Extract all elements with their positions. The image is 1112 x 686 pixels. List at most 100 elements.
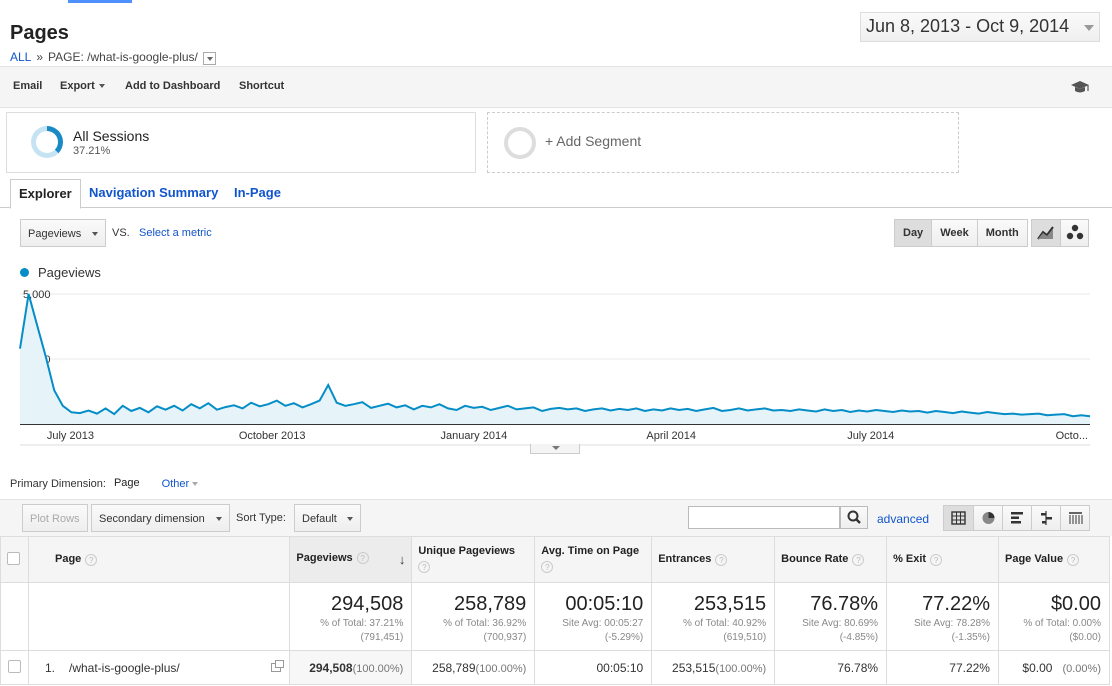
month-button[interactable]: Month (976, 220, 1027, 246)
pageviews-chart: 5,0002,500July 2013October 2013January 2… (19, 285, 1091, 446)
totals-bounce-delta: (-4.85%) (839, 632, 879, 643)
row-unique-pct: (100.00%) (475, 662, 527, 675)
row-page-link[interactable]: /what-is-google-plus/ (69, 661, 180, 675)
header-pageviews[interactable]: Pageviews? ↓ (289, 536, 413, 583)
search-button[interactable] (840, 506, 868, 529)
help-icon[interactable]: ? (930, 553, 943, 566)
totals-entrances-total: (619,510) (723, 632, 767, 643)
help-icon[interactable]: ? (85, 553, 98, 566)
search-icon (847, 510, 861, 524)
metric-select[interactable]: Pageviews (20, 219, 106, 247)
totals-pageviews-total: (791,451) (360, 632, 404, 643)
open-page-external-icon[interactable] (271, 659, 285, 672)
chart-collapse-handle[interactable] (530, 444, 580, 454)
totals-entrances-value: 253,515 (693, 593, 767, 615)
table-row[interactable]: 1./what-is-google-plus/ 294,508(100.00%)… (0, 650, 1111, 685)
help-icon[interactable]: ? (1067, 553, 1080, 566)
row-entrances-pct: (100.00%) (715, 662, 767, 675)
header-page-value[interactable]: Page Value? (997, 536, 1111, 583)
breadcrumb-dropdown-icon[interactable] (202, 51, 216, 65)
row-page-value: $0.00 (0.00%) (997, 650, 1111, 685)
add-to-dashboard-button[interactable]: Add to Dashboard (125, 80, 220, 92)
vs-label: VS. (112, 227, 130, 239)
pivot-view-button[interactable] (1060, 506, 1089, 530)
legend-dot-icon (20, 268, 29, 277)
secondary-dimension-dropdown[interactable]: Secondary dimension (91, 504, 230, 532)
row-page-cell: 1. /what-is-google-plus/ (27, 650, 291, 685)
header-avg-time[interactable]: Avg. Time on Page? (534, 536, 653, 583)
advanced-filter-link[interactable]: advanced (877, 512, 929, 526)
date-range-text: Jun 8, 2013 - Oct 9, 2014 (866, 16, 1070, 36)
chevron-down-icon (192, 482, 199, 487)
help-icon[interactable]: ? (715, 553, 728, 566)
x-tick-label: October 2013 (239, 430, 306, 442)
day-button[interactable]: Day (895, 220, 932, 246)
table-header-row: Page? Pageviews? ↓ Unique Pageviews? Avg.… (0, 536, 1111, 583)
totals-unique-pageviews: 258,789 % of Total: 36.92% (700,937) (411, 582, 536, 651)
help-icon[interactable]: ? (356, 552, 369, 565)
shortcut-button[interactable]: Shortcut (239, 80, 284, 92)
row-unique-value: 258,789 (432, 660, 476, 675)
tab-navigation-summary[interactable]: Navigation Summary (81, 179, 226, 208)
header-page-label: Page (54, 553, 82, 566)
legend-label: Pageviews (38, 265, 101, 280)
help-icon[interactable]: ? (418, 561, 431, 573)
plot-rows-button[interactable]: Plot Rows (22, 504, 88, 532)
add-segment-button[interactable]: + Add Segment (487, 112, 959, 173)
empty-segment-circle-icon (504, 127, 536, 159)
line-chart-button[interactable] (1032, 220, 1060, 246)
table-search-input[interactable] (688, 506, 840, 529)
totals-avg-time-delta: (-5.29%) (604, 632, 644, 643)
data-table: Page? Pageviews? ↓ Unique Pageviews? Avg.… (0, 536, 1111, 685)
row-bounce-rate: 76.78% (774, 650, 888, 685)
row-pageviews-pct: (100.00%) (352, 662, 404, 675)
graduation-cap-icon[interactable] (1070, 80, 1090, 94)
x-tick-label: Octo... (1056, 430, 1088, 442)
metric-select-value: Pageviews (28, 228, 82, 240)
header-page-value-label: Page Value (1004, 553, 1064, 566)
select-metric-link[interactable]: Select a metric (139, 227, 212, 239)
table-view-toggle (943, 505, 1090, 531)
totals-pageviews: 294,508 % of Total: 37.21% (791,451) (289, 582, 413, 651)
header-entrances[interactable]: Entrances? (651, 536, 776, 583)
totals-pageviews-value: 294,508 (331, 593, 404, 615)
sort-type-label: Sort Type: (236, 512, 286, 524)
bubbles-icon (1066, 224, 1084, 240)
sort-type-dropdown[interactable]: Default (294, 504, 361, 532)
header-bounce-rate-label: Bounce Rate (781, 553, 849, 566)
percentage-view-button[interactable] (973, 506, 1002, 530)
secondary-dimension-label: Secondary dimension (99, 513, 205, 525)
totals-exit: 77.22% Site Avg: 78.28% (-1.35%) (886, 582, 999, 651)
header-bounce-rate[interactable]: Bounce Rate? (774, 536, 888, 583)
header-unique-pageviews[interactable]: Unique Pageviews? (411, 536, 536, 583)
dimension-page[interactable]: Page (113, 477, 140, 491)
header-exit[interactable]: % Exit? (886, 536, 999, 583)
dimension-other-dropdown[interactable]: Other (162, 478, 199, 490)
breadcrumb-all-link[interactable]: ALL (10, 50, 31, 64)
export-button[interactable]: Export (60, 80, 105, 92)
data-table-view-button[interactable] (944, 506, 973, 530)
header-page[interactable]: Page? (27, 536, 291, 583)
line-chart-icon (1037, 226, 1054, 240)
row-checkbox[interactable] (7, 659, 21, 673)
table-controls: Plot Rows Secondary dimension Sort Type:… (0, 499, 1112, 536)
date-range-picker[interactable]: Jun 8, 2013 - Oct 9, 2014 (860, 12, 1100, 42)
comparison-view-button[interactable] (1031, 506, 1060, 530)
row-unique-pageviews: 258,789(100.00%) (411, 650, 536, 685)
chart-legend: Pageviews (20, 265, 101, 280)
help-icon[interactable]: ? (541, 561, 554, 573)
tab-in-page[interactable]: In-Page (226, 179, 289, 208)
week-button[interactable]: Week (931, 220, 977, 246)
help-icon[interactable]: ? (852, 553, 865, 566)
grid-icon (951, 511, 966, 525)
chevron-down-icon (216, 517, 222, 521)
motion-chart-button[interactable] (1060, 220, 1088, 246)
select-all-checkbox[interactable] (7, 551, 20, 565)
row-pageviews: 294,508(100.00%) (289, 650, 413, 685)
header-pageviews-label: Pageviews (296, 552, 353, 564)
email-button[interactable]: Email (13, 80, 42, 92)
performance-view-button[interactable] (1002, 506, 1031, 530)
segment-all-sessions[interactable]: All Sessions 37.21% (6, 112, 476, 173)
tab-explorer[interactable]: Explorer (10, 179, 81, 209)
totals-row: 294,508 % of Total: 37.21% (791,451) 258,7… (0, 582, 1111, 651)
